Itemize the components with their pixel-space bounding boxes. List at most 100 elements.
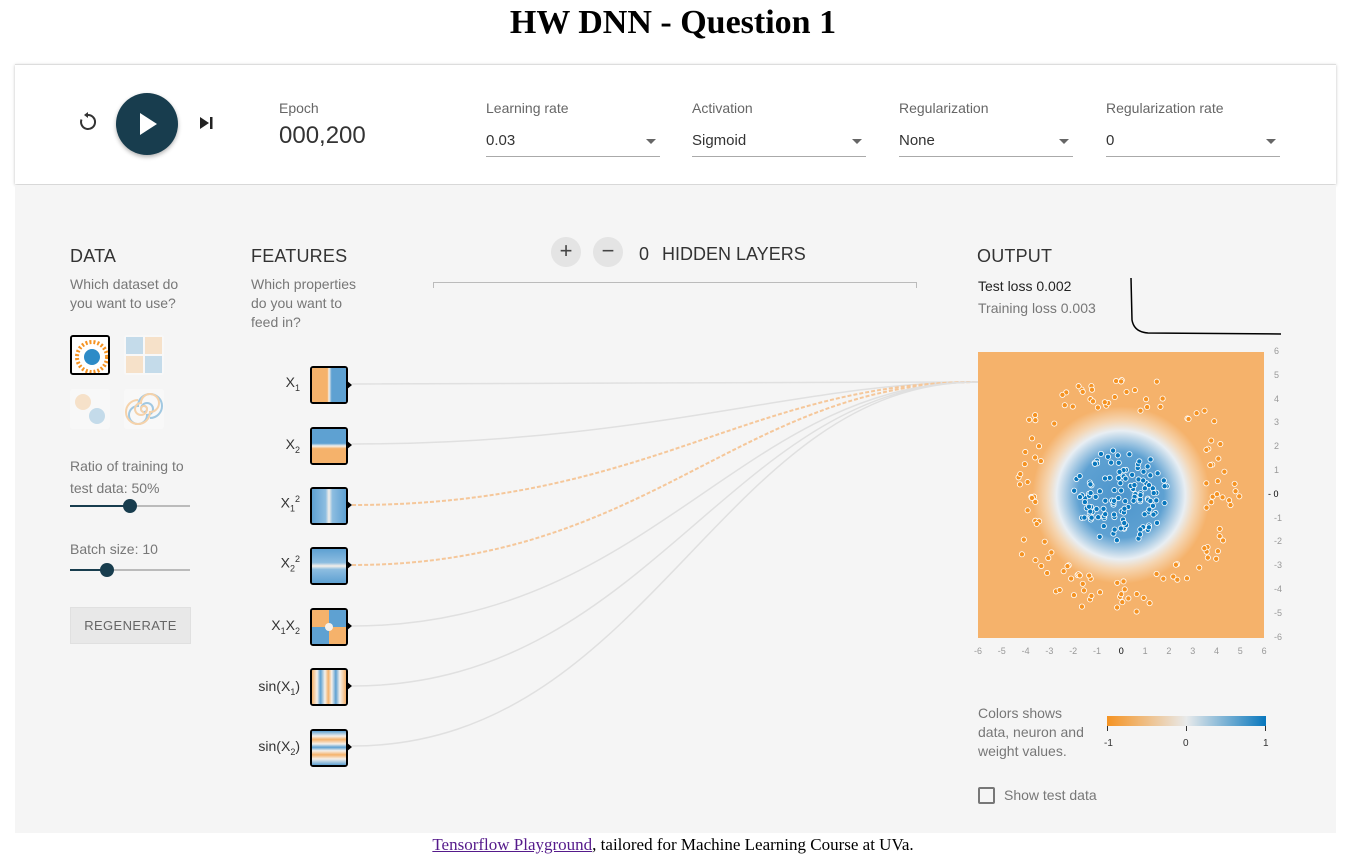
feature-node-x2[interactable] <box>310 427 348 465</box>
data-point-orange <box>1214 478 1221 485</box>
data-point-blue <box>1116 468 1123 475</box>
feature-label-sin-x2: sin(X2) <box>240 738 300 757</box>
data-point-orange <box>1123 388 1130 395</box>
data-point-orange <box>1060 568 1067 575</box>
y-tick-label: 5 <box>1274 369 1280 380</box>
data-point-blue <box>1140 477 1147 484</box>
feature-node-x1[interactable] <box>310 366 348 404</box>
data-point-orange <box>1137 407 1144 414</box>
data-point-blue <box>1145 524 1152 531</box>
y-tick-label: 6 <box>1274 346 1280 356</box>
data-point-blue <box>1117 480 1124 487</box>
x-tick-label: 5 <box>1237 646 1243 656</box>
data-point-blue <box>1126 451 1133 458</box>
feature-arrow <box>346 380 352 390</box>
feature-arrow <box>346 440 352 450</box>
feature-arrow <box>346 500 352 510</box>
feature-arrow <box>346 681 352 691</box>
feature-node-x1x2[interactable] <box>310 608 348 646</box>
data-point-orange <box>1064 563 1071 570</box>
data-point-blue <box>1093 506 1100 513</box>
data-point-blue <box>1122 498 1129 505</box>
data-point-orange <box>1172 561 1179 568</box>
data-point-blue <box>1088 514 1095 521</box>
data-point-orange <box>1017 471 1024 478</box>
minus-icon[interactable]: − <box>593 237 623 267</box>
feature-label-text: sin(X <box>258 738 291 754</box>
x-tick-label: -6 <box>974 646 983 656</box>
x-tick-label: -4 <box>1021 646 1030 656</box>
data-point-blue <box>1076 473 1083 480</box>
legend-tick-mark <box>1265 726 1266 731</box>
feature-node-x1-squared[interactable] <box>310 487 348 525</box>
data-point-orange <box>1080 587 1087 594</box>
data-point-orange <box>1070 592 1077 599</box>
hidden-layers-count: 0 <box>639 244 650 264</box>
x-tick-label: 4 <box>1214 646 1220 656</box>
footer-link[interactable]: Tensorflow Playground <box>432 835 592 854</box>
data-point-blue <box>1141 511 1148 518</box>
link-x1[interactable] <box>351 381 979 385</box>
data-point-orange <box>1214 548 1221 555</box>
data-point-orange <box>1215 455 1222 462</box>
data-point-orange <box>1125 595 1132 602</box>
data-point-blue <box>1161 483 1168 490</box>
data-point-blue <box>1102 511 1109 518</box>
link-sin-x1[interactable] <box>351 381 979 687</box>
x-tick-label: -2 <box>1069 646 1078 656</box>
data-point-orange <box>1044 570 1051 577</box>
data-point-orange <box>1088 592 1095 599</box>
data-point-blue <box>1144 463 1151 470</box>
link-x1x2[interactable] <box>351 381 979 627</box>
data-point-orange <box>1032 454 1039 461</box>
feature-label-text: sin(X <box>258 678 291 694</box>
plus-icon[interactable]: + <box>551 237 581 267</box>
data-point-blue <box>1154 519 1161 526</box>
legend-tick-mark <box>1107 726 1108 731</box>
data-point-orange <box>1079 388 1086 395</box>
data-point-blue <box>1086 503 1093 510</box>
data-point-blue <box>1113 537 1120 544</box>
feature-label-x1x2: X1X2 <box>240 617 300 636</box>
x-tick-label: 1 <box>1142 646 1148 656</box>
y-tick-label: 1 <box>1274 465 1280 475</box>
link-x2-squared[interactable] <box>351 381 979 566</box>
training-loss: Training loss 0.003 <box>978 300 1096 316</box>
data-point-orange <box>1032 557 1039 564</box>
legend-line: data, neuron and <box>978 724 1084 740</box>
data-point-blue <box>1140 468 1147 475</box>
feature-label-text: X <box>285 374 295 390</box>
data-point-orange <box>1140 594 1147 601</box>
data-point-orange <box>1203 480 1210 487</box>
legend-min: -1 <box>1104 738 1113 749</box>
data-point-orange <box>1045 555 1052 562</box>
feature-node-sin-x2[interactable] <box>310 729 348 767</box>
data-point-orange <box>1227 502 1234 509</box>
data-point-orange <box>1174 576 1181 583</box>
data-point-orange <box>1201 545 1208 552</box>
data-point-blue <box>1147 472 1154 479</box>
feature-node-x2-squared[interactable] <box>310 547 348 585</box>
show-test-data-checkbox[interactable] <box>978 787 995 804</box>
link-sin-x2[interactable] <box>351 381 979 747</box>
feature-label-text: X <box>271 617 281 633</box>
data-point-blue <box>1096 488 1103 495</box>
data-point-orange <box>1061 402 1068 409</box>
y-tick-label: -5 <box>1274 607 1283 618</box>
data-point-orange <box>1086 572 1093 579</box>
data-point-orange <box>1026 416 1033 423</box>
feature-label-x1: X1 <box>240 374 300 393</box>
data-point-orange <box>1208 499 1215 506</box>
data-point-blue <box>1115 459 1122 466</box>
data-point-orange <box>1032 412 1039 419</box>
data-point-orange <box>1208 437 1215 444</box>
data-point-orange <box>1036 443 1043 450</box>
data-point-orange <box>1089 398 1096 405</box>
feature-node-sin-x1[interactable] <box>310 668 348 706</box>
data-point-blue <box>1096 533 1103 540</box>
data-point-orange <box>1201 407 1208 414</box>
data-point-orange <box>1075 383 1082 390</box>
data-point-orange <box>1094 404 1101 411</box>
data-point-orange <box>1119 599 1126 606</box>
data-point-orange <box>1217 441 1224 448</box>
